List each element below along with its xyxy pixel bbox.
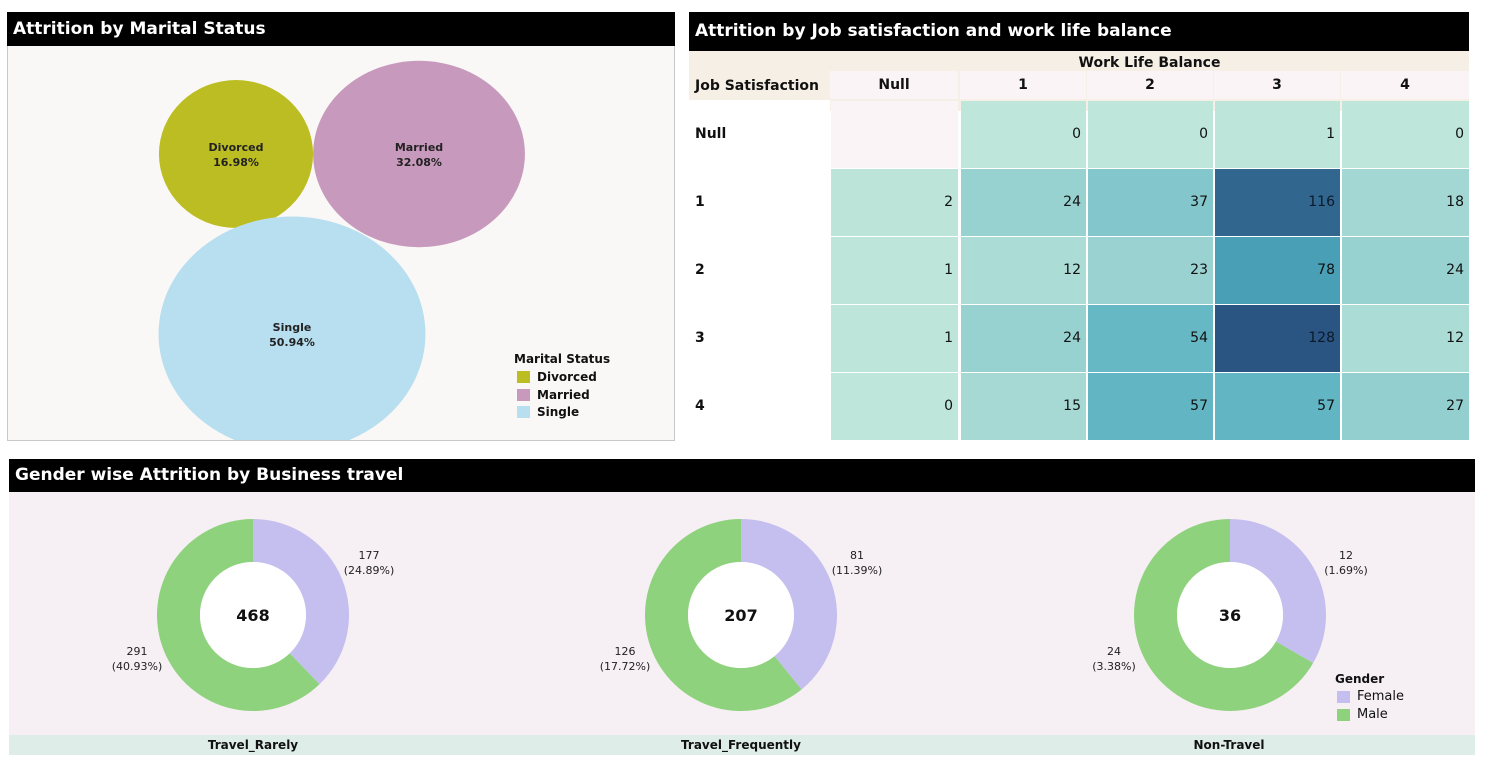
bubble-label: Married [395, 141, 443, 154]
bubble-value-label: 32.08% [396, 156, 442, 169]
heatmap-panel-title: Attrition by Job satisfaction and work l… [689, 12, 1469, 51]
donut-charts: 177 (24.89%) 291 (40.93%) 468 81 (11.39%) 126 (1… [112, 519, 1368, 711]
heatmap-column-header: Null [830, 71, 958, 99]
donut-non-travel: 12 (1.69%) 24 (3.38%) 36 [1092, 519, 1368, 711]
travel-label-rarely: Travel_Rarely [207, 738, 299, 752]
heatmap-cell[interactable]: 15 [961, 373, 1086, 440]
marital-legend-title: Marital Status [514, 352, 611, 366]
donut-slice-value-label: 81 [850, 549, 864, 562]
heatmap-row-header: 2 [689, 236, 830, 304]
donut-slice-pct-label: (24.89%) [344, 564, 395, 577]
donut-slice-value-label: 24 [1107, 645, 1121, 658]
gender-legend-item-female[interactable]: Female [1337, 689, 1404, 705]
heatmap-cell[interactable]: 18 [1342, 169, 1469, 236]
married-swatch [517, 389, 530, 401]
donut-slice-pct-label: (11.39%) [832, 564, 883, 577]
divorced-swatch [517, 371, 530, 383]
gender-legend-label: Male [1357, 707, 1388, 722]
travel-label-frequently: Travel_Frequently [681, 738, 801, 752]
bubble-single[interactable]: Single 50.94% [158, 216, 426, 440]
bubble-label: Single [273, 321, 312, 334]
gender-legend-title: Gender [1335, 672, 1385, 686]
heatmap-cell[interactable]: 0 [1088, 101, 1213, 168]
heatmap-cell[interactable]: 37 [1088, 169, 1213, 236]
heatmap-column-header: 1 [960, 71, 1086, 99]
bubble-shape [158, 80, 314, 228]
heatmap-cell[interactable]: 12 [1342, 305, 1469, 372]
donut-slice-pct-label: (1.69%) [1324, 564, 1368, 577]
heatmap-cell[interactable]: 1 [831, 305, 958, 372]
work-life-balance-title: Work Life Balance [1078, 55, 1221, 71]
bubble-shape [313, 60, 525, 248]
marital-legend-item-single[interactable]: Single [517, 404, 579, 420]
heatmap-column-header: 3 [1214, 71, 1340, 99]
heatmap-cell[interactable]: 27 [1342, 373, 1469, 440]
donut-slice-value-label: 12 [1339, 549, 1353, 562]
gender-travel-panel: Gender wise Attrition by Business travel… [9, 459, 1475, 755]
bubble-value-label: 16.98% [213, 156, 259, 169]
marital-legend-label: Divorced [537, 370, 597, 384]
job-satisfaction-title: Job Satisfaction [695, 78, 819, 94]
heatmap-row-header: 1 [689, 168, 830, 236]
heatmap-cell[interactable]: 0 [1342, 101, 1469, 168]
gender-legend-item-male[interactable]: Male [1337, 707, 1388, 723]
marital-legend-label: Single [537, 405, 580, 419]
heatmap-cell[interactable]: 24 [1342, 237, 1469, 304]
heatmap-row-header: 3 [689, 304, 830, 372]
donut-slice-value-label: 291 [127, 645, 148, 658]
marital-status-panel: Attrition by Marital Status Divorced 16.9… [7, 12, 675, 441]
heatmap-cell[interactable]: 0 [831, 373, 958, 440]
heatmap-row-header: 4 [689, 372, 830, 440]
travel-label-non-travel: Non-Travel [1193, 738, 1265, 752]
heatmap-cell[interactable]: 116 [1215, 169, 1340, 236]
heatmap-row-header: Null [689, 100, 830, 168]
marital-legend-item-married[interactable]: Married [517, 387, 590, 403]
bubble-value-label: 50.94% [269, 336, 315, 349]
heatmap-cell[interactable]: 2 [831, 169, 958, 236]
heatmap-cell[interactable]: 54 [1088, 305, 1213, 372]
heatmap-cell[interactable]: 78 [1215, 237, 1340, 304]
donut-slice-pct-label: (17.72%) [600, 660, 651, 673]
bubble-label: Divorced [209, 141, 264, 154]
donut-travel_frequently: 81 (11.39%) 126 (17.72%) 207 [600, 519, 883, 711]
donut-slice-value-label: 177 [359, 549, 380, 562]
heatmap-cell[interactable]: 0 [961, 101, 1086, 168]
heatmap-cell[interactable]: 24 [961, 169, 1086, 236]
heatmap-column-header: 4 [1341, 71, 1469, 99]
heatmap-cell[interactable]: 23 [1088, 237, 1213, 304]
donut-total-label: 207 [724, 606, 757, 625]
male-swatch [1337, 709, 1350, 721]
heatmap-cell[interactable]: 57 [1215, 373, 1340, 440]
heatmap-cell[interactable] [831, 101, 958, 168]
heatmap-cell[interactable]: 1 [1215, 101, 1340, 168]
donut-travel_rarely: 177 (24.89%) 291 (40.93%) 468 [112, 519, 395, 711]
heatmap-cell[interactable]: 1 [831, 237, 958, 304]
donut-slice-pct-label: (40.93%) [112, 660, 163, 673]
heatmap-panel: Attrition by Job satisfaction and work l… [689, 12, 1469, 440]
bubble-divorced[interactable]: Divorced 16.98% [158, 80, 314, 228]
donut-slice-pct-label: (3.38%) [1092, 660, 1136, 673]
donut-slice-value-label: 126 [615, 645, 636, 658]
heatmap-cell[interactable]: 128 [1215, 305, 1340, 372]
marital-legend-item-divorced[interactable]: Divorced [517, 369, 597, 385]
heatmap-cell[interactable]: 57 [1088, 373, 1213, 440]
bubble-married[interactable]: Married 32.08% [313, 60, 525, 248]
heatmap-cell[interactable]: 12 [961, 237, 1086, 304]
single-swatch [517, 406, 530, 418]
donut-total-label: 468 [236, 606, 269, 625]
female-swatch [1337, 691, 1350, 703]
heatmap-cell[interactable]: 24 [961, 305, 1086, 372]
donut-total-label: 36 [1219, 606, 1241, 625]
heatmap-column-header: 2 [1087, 71, 1213, 99]
marital-panel-title: Attrition by Marital Status [7, 12, 675, 46]
gender-legend-label: Female [1357, 689, 1405, 704]
marital-legend-label: Married [537, 388, 590, 402]
